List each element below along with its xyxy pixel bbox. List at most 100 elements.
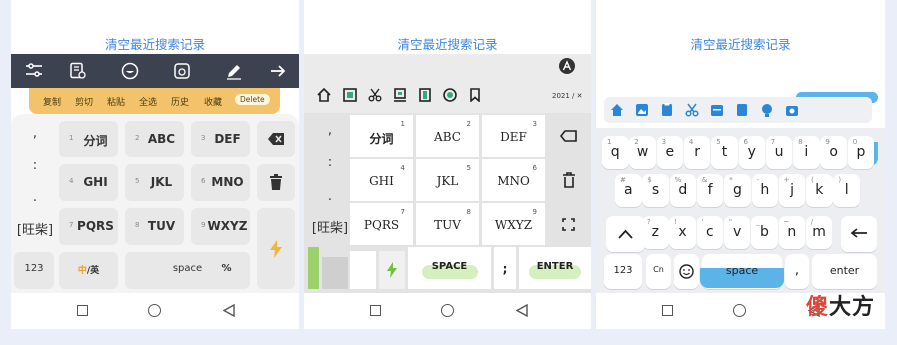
- percent-key[interactable]: %: [203, 252, 250, 289]
- clear-history-link[interactable]: 清空最近搜索记录: [596, 34, 885, 53]
- home-icon[interactable]: [441, 304, 454, 317]
- enter-key[interactable]: [257, 208, 295, 289]
- symbol-period[interactable]: .: [14, 190, 56, 205]
- book-icon[interactable]: [418, 88, 432, 102]
- clear-key[interactable]: [257, 164, 295, 201]
- key-x[interactable]: ! x: [669, 216, 696, 249]
- key-4[interactable]: 4 GHI: [350, 159, 413, 201]
- key-4[interactable]: 4 GHI: [59, 164, 118, 201]
- key-u[interactable]: 7u: [765, 136, 793, 169]
- key-6[interactable]: 6 MNO: [191, 164, 250, 201]
- document-settings-icon[interactable]: [69, 62, 87, 84]
- emoji-key[interactable]: [674, 254, 699, 289]
- monitor-icon[interactable]: [393, 88, 407, 102]
- key-p[interactable]: 0p: [847, 136, 875, 169]
- emoji-doge[interactable]: [旺柴]: [14, 219, 56, 238]
- recent-apps-icon[interactable]: [370, 305, 381, 316]
- moon-book-icon[interactable]: [735, 103, 749, 117]
- recent-apps-icon[interactable]: [662, 305, 673, 316]
- clear-key[interactable]: [548, 159, 591, 201]
- symbol-comma[interactable]: ,: [310, 123, 350, 138]
- key-3[interactable]: 3 DEF: [191, 121, 250, 157]
- backspace-key[interactable]: [548, 115, 591, 157]
- camera-icon[interactable]: [785, 103, 799, 117]
- arrow-right-icon[interactable]: [269, 62, 287, 84]
- semicolon-key[interactable]: ;: [494, 247, 516, 289]
- numbers-key[interactable]: 123: [604, 254, 642, 289]
- home-icon[interactable]: [733, 304, 746, 317]
- key-8[interactable]: 8 TUV: [125, 208, 184, 245]
- key-7[interactable]: 7 PQRS: [59, 208, 118, 245]
- key-9[interactable]: 9 WXYZ: [482, 203, 545, 245]
- key-5[interactable]: 5 JKL: [416, 159, 479, 201]
- emoji-icon[interactable]: [121, 62, 139, 84]
- bookmark-icon[interactable]: [468, 88, 482, 102]
- home-outline-icon[interactable]: [317, 88, 331, 102]
- settings-sliders-icon[interactable]: [25, 62, 43, 82]
- key-y[interactable]: 6y: [738, 136, 765, 169]
- clip-paste[interactable]: 粘贴: [107, 95, 125, 108]
- home-icon[interactable]: [148, 304, 161, 317]
- pen-icon[interactable]: [225, 62, 243, 84]
- blank-key[interactable]: [350, 251, 376, 289]
- key-j[interactable]: + j: [778, 174, 806, 207]
- calendar-icon[interactable]: [710, 103, 724, 117]
- key-n[interactable]: ~ n: [778, 216, 805, 249]
- key-r[interactable]: 4r: [683, 136, 711, 169]
- scissors-icon[interactable]: [685, 103, 699, 117]
- lightbulb-icon[interactable]: [760, 103, 774, 117]
- scissors-icon[interactable]: [368, 88, 382, 102]
- key-i[interactable]: 8i: [793, 136, 820, 169]
- lightning-key[interactable]: [379, 251, 405, 289]
- home-icon[interactable]: [610, 103, 624, 117]
- space-key[interactable]: space: [700, 254, 784, 289]
- key-2[interactable]: 2 ABC: [416, 115, 479, 157]
- language-switch-key[interactable]: 中/英: [59, 252, 118, 289]
- key-a[interactable]: # a: [615, 174, 642, 207]
- key-7[interactable]: 7 PQRS: [350, 203, 413, 245]
- backspace-key[interactable]: [841, 216, 877, 252]
- lang-switch-key[interactable]: Cn: [646, 254, 671, 289]
- key-6[interactable]: 6 MNO: [482, 159, 545, 201]
- key-s[interactable]: $ s: [642, 174, 669, 207]
- key-5[interactable]: 5 JKL: [125, 164, 184, 201]
- clear-history-link[interactable]: 清空最近搜索记录: [304, 34, 591, 53]
- clip-favorites[interactable]: 收藏: [204, 95, 222, 108]
- photo-icon[interactable]: [635, 103, 649, 117]
- comma-key[interactable]: ,: [785, 254, 809, 289]
- photo-icon[interactable]: [343, 88, 357, 102]
- clip-copy[interactable]: 复制: [43, 95, 61, 108]
- shift-key[interactable]: [606, 216, 645, 252]
- recent-apps-icon[interactable]: [77, 305, 88, 316]
- clear-history-link[interactable]: 清空最近搜索记录: [11, 34, 299, 53]
- key-1[interactable]: 1 分词: [350, 115, 413, 157]
- symbol-period[interactable]: .: [310, 189, 350, 204]
- key-1[interactable]: 1 分词: [59, 121, 118, 157]
- key-v[interactable]: " v: [723, 216, 751, 249]
- key-q[interactable]: 1q: [602, 136, 629, 169]
- key-8[interactable]: 8 TUV: [416, 203, 479, 245]
- emoji-doge[interactable]: [旺柴]: [310, 217, 350, 236]
- key-w[interactable]: 2w: [629, 136, 656, 169]
- clipboard-icon[interactable]: [660, 103, 674, 117]
- key-l[interactable]: ) l: [833, 174, 860, 207]
- back-icon[interactable]: [516, 304, 528, 317]
- backspace-key[interactable]: [257, 121, 295, 157]
- key-d[interactable]: % d: [669, 174, 697, 207]
- key-z[interactable]: ? z: [642, 216, 669, 249]
- key-9[interactable]: 9 WXYZ: [191, 208, 250, 245]
- enter-key[interactable]: ENTER: [519, 247, 591, 289]
- key-f[interactable]: & f: [696, 174, 724, 207]
- key-e[interactable]: 3e: [656, 136, 684, 169]
- key-g[interactable]: * g: [724, 174, 751, 207]
- clip-history[interactable]: 历史: [171, 95, 189, 108]
- space-key[interactable]: SPACE: [408, 247, 491, 289]
- clip-select-all[interactable]: 全选: [139, 95, 157, 108]
- key-2[interactable]: 2 ABC: [125, 121, 184, 157]
- clip-cut[interactable]: 剪切: [75, 95, 93, 108]
- key-t[interactable]: 5t: [711, 136, 738, 169]
- key-m[interactable]: / m: [805, 216, 833, 249]
- back-icon[interactable]: [223, 304, 235, 317]
- clip-delete-button[interactable]: Delete: [235, 94, 270, 105]
- sticker-icon[interactable]: [173, 62, 191, 84]
